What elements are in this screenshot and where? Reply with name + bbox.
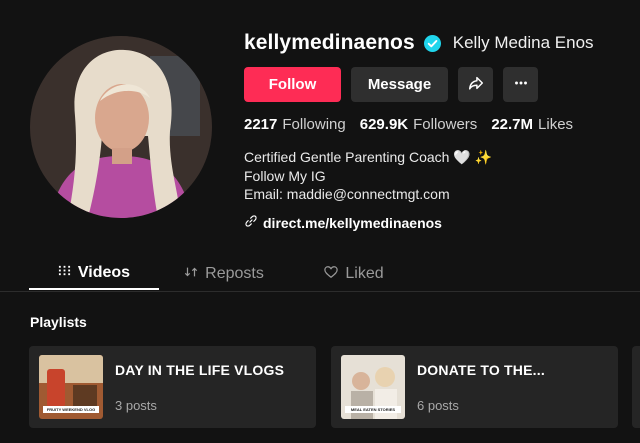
tab-divider bbox=[0, 291, 640, 292]
tab-label: Liked bbox=[345, 265, 384, 282]
tab-videos[interactable]: Videos bbox=[29, 258, 159, 290]
playlist-card[interactable]: MEAL EATEN STORIES DONATE TO THE... 6 po… bbox=[331, 346, 618, 428]
bio-line: Email: maddie@connectmgt.com bbox=[244, 186, 450, 202]
share-icon bbox=[467, 74, 485, 96]
tab-reposts[interactable]: Reposts bbox=[159, 258, 289, 290]
playlists-title: Playlists bbox=[30, 314, 87, 330]
profile-avatar[interactable] bbox=[30, 36, 212, 218]
thumbnail-caption: MEAL EATEN STORIES bbox=[345, 406, 401, 413]
playlist-name: DAY IN THE LIFE VLOGS bbox=[115, 361, 285, 378]
following-label: Following bbox=[282, 116, 346, 133]
share-button[interactable] bbox=[458, 67, 493, 102]
following-count: 2217 bbox=[244, 116, 278, 133]
heart-icon bbox=[324, 265, 339, 284]
username-row: kellymedinaenos Kelly Medina Enos bbox=[244, 30, 594, 56]
following-stat[interactable]: 2217 Following bbox=[244, 116, 346, 133]
tab-label: Videos bbox=[77, 264, 131, 281]
link-icon bbox=[244, 214, 258, 231]
tab-liked[interactable]: Liked bbox=[289, 258, 419, 290]
username: kellymedinaenos bbox=[244, 31, 415, 54]
playlist-count: 6 posts bbox=[417, 397, 459, 413]
playlist-name: DONATE TO THE... bbox=[417, 361, 545, 378]
profile-link[interactable]: direct.me/kellymedinaenos bbox=[244, 214, 442, 231]
playlist-thumbnail: FRUITY WEEKEND VLOG bbox=[39, 355, 103, 419]
profile-actions: Follow Message bbox=[244, 67, 538, 102]
more-icon bbox=[512, 74, 530, 96]
playlist-card[interactable]: FRUITY WEEKEND VLOG DAY IN THE LIFE VLOG… bbox=[29, 346, 316, 428]
playlist-card-peek[interactable] bbox=[632, 346, 640, 428]
more-options-button[interactable] bbox=[503, 67, 538, 102]
content-tabs: Videos Reposts Liked bbox=[29, 258, 419, 290]
grid-icon bbox=[58, 264, 71, 282]
thumbnail-caption: FRUITY WEEKEND VLOG bbox=[43, 406, 99, 413]
followers-label: Followers bbox=[413, 116, 478, 133]
followers-stat[interactable]: 629.9K Followers bbox=[360, 116, 478, 133]
display-name: Kelly Medina Enos bbox=[452, 33, 594, 52]
link-text[interactable]: direct.me/kellymedinaenos bbox=[263, 215, 442, 231]
likes-count: 22.7M bbox=[491, 116, 534, 133]
tab-label: Reposts bbox=[205, 265, 264, 282]
repost-icon bbox=[184, 265, 198, 284]
message-button[interactable]: Message bbox=[351, 67, 448, 102]
likes-label: Likes bbox=[538, 116, 574, 133]
followers-count: 629.9K bbox=[359, 116, 409, 133]
bio-line: Certified Gentle Parenting Coach 🤍 ✨ bbox=[244, 149, 493, 165]
avatar-image bbox=[30, 36, 212, 218]
bio-line: Follow My IG bbox=[244, 167, 326, 184]
playlist-thumbnail: MEAL EATEN STORIES bbox=[341, 355, 405, 419]
verified-badge-icon bbox=[423, 34, 441, 52]
profile-stats: 2217 Following 629.9K Followers 22.7M Likes bbox=[244, 116, 573, 133]
playlist-count: 3 posts bbox=[115, 397, 157, 413]
profile-bio: Certified Gentle Parenting Coach 🤍 ✨ Fol… bbox=[244, 148, 492, 204]
follow-button[interactable]: Follow bbox=[244, 67, 341, 102]
likes-stat: 22.7M Likes bbox=[491, 116, 573, 133]
